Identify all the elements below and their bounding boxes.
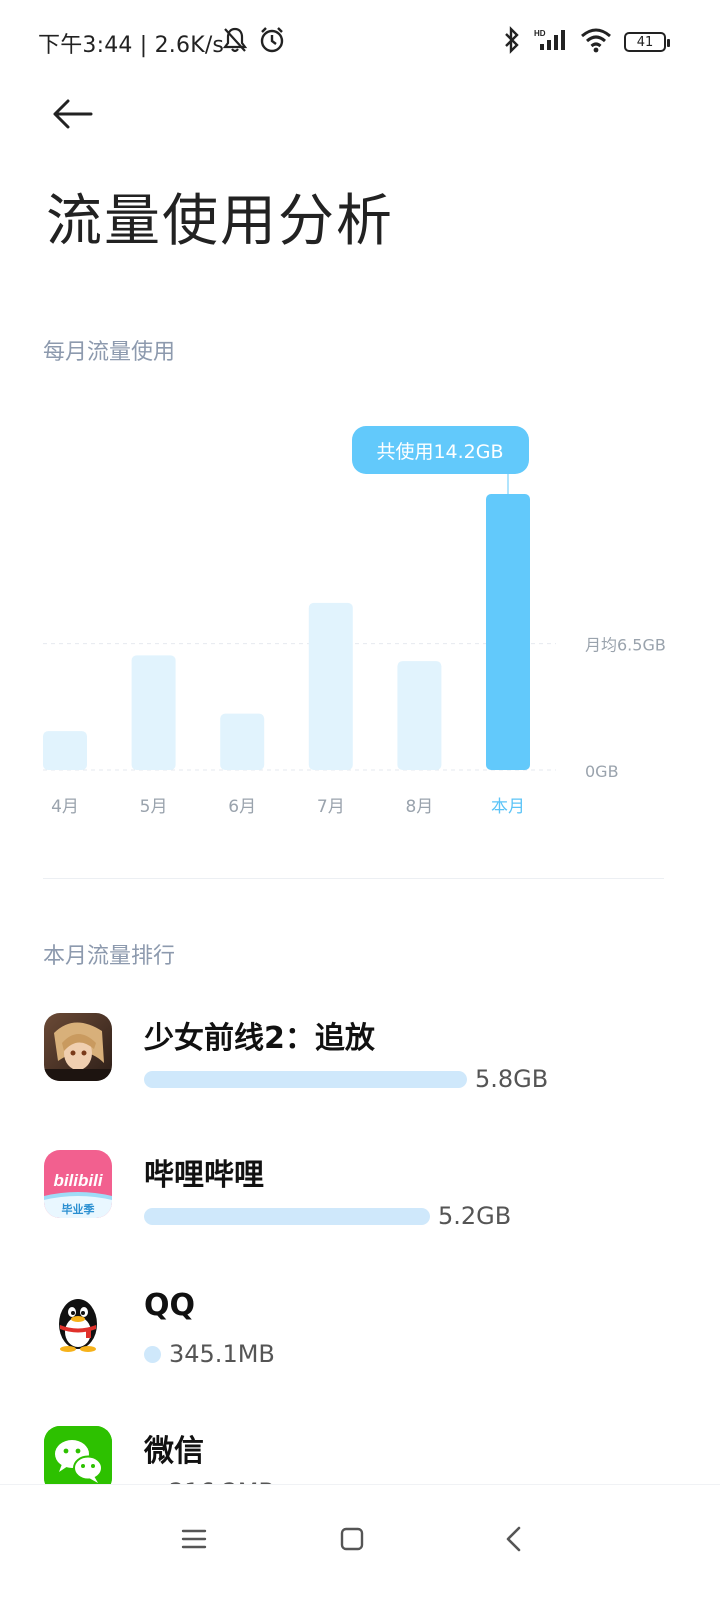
app-name: QQ [144,1288,196,1323]
usage-amount: 5.8GB [475,1065,549,1093]
status-time-speed: 下午3:44 | 2.6K/s [38,33,225,58]
menu-icon [181,1529,207,1549]
bilibili-icon: bilibili 毕业季 [44,1150,112,1218]
back-button[interactable] [46,92,98,136]
arrow-left-icon [53,99,93,129]
page-title: 流量使用分析 [46,189,394,254]
usage-amount: 5.2GB [438,1202,512,1230]
app-name: 少女前线2：追放 [144,1021,375,1056]
bilibili-logo-text: bilibili [53,1171,103,1190]
bar-6 [486,494,530,770]
bell-off-icon [222,26,248,58]
usage-amount: 345.1MB [169,1340,275,1368]
wifi-icon [580,27,612,57]
tick-label: 5月 [140,797,168,817]
app-name: 哔哩哔哩 [144,1158,264,1193]
girls-frontline-2-icon [44,1013,112,1081]
alarm-icon [258,26,286,58]
svg-text:HD: HD [534,29,546,38]
tick-label: 本月 [491,797,525,817]
average-label: 月均6.5GB [585,636,666,655]
app-row-qq[interactable]: QQ 345.1MB [0,1288,720,1398]
bar-2 [131,655,176,770]
usage-bar [144,1208,430,1225]
tick-label: 4月 [51,797,79,817]
recents-button[interactable] [164,1509,224,1569]
bilibili-badge-text: 毕业季 [62,1202,96,1216]
monthly-ranking-label: 本月流量排行 [43,944,176,969]
bluetooth-icon [502,26,522,58]
home-square-icon [340,1527,364,1551]
app-row-girls-frontline-2[interactable]: 少女前线2：追放 5.8GB [0,1013,720,1123]
system-back-button[interactable] [484,1509,544,1569]
bar-3 [220,713,265,770]
bar-1 [43,731,87,770]
monthly-usage-label: 每月流量使用 [43,340,176,365]
app-name: 微信 [144,1434,204,1469]
navigation-bar [0,1484,720,1601]
divider [43,878,664,879]
usage-dot [144,1346,161,1363]
app-row-bilibili[interactable]: bilibili 毕业季 哔哩哔哩 5.2GB [0,1150,720,1260]
monthly-usage-chart: 月均6.5GB 0GB 4月 5月 6月 7月 8月 本月 共使用14.2GB [43,426,666,817]
tick-label: 8月 [405,797,433,817]
signal-hd-icon: HD [534,28,568,56]
battery-level: 41 [636,34,654,50]
tick-label: 6月 [228,797,256,817]
battery-icon: 41 [624,32,670,52]
back-chevron-icon [506,1526,521,1552]
bar-4 [308,602,353,770]
tick-label: 7月 [317,797,345,817]
usage-bar [144,1071,467,1088]
home-button[interactable] [322,1509,382,1569]
bar-5 [397,661,442,770]
tooltip-text: 共使用14.2GB [376,441,503,463]
status-bar: 下午3:44 | 2.6K/s HD 41 [0,0,720,80]
qq-penguin-icon [44,1288,112,1356]
zero-label: 0GB [585,762,619,781]
